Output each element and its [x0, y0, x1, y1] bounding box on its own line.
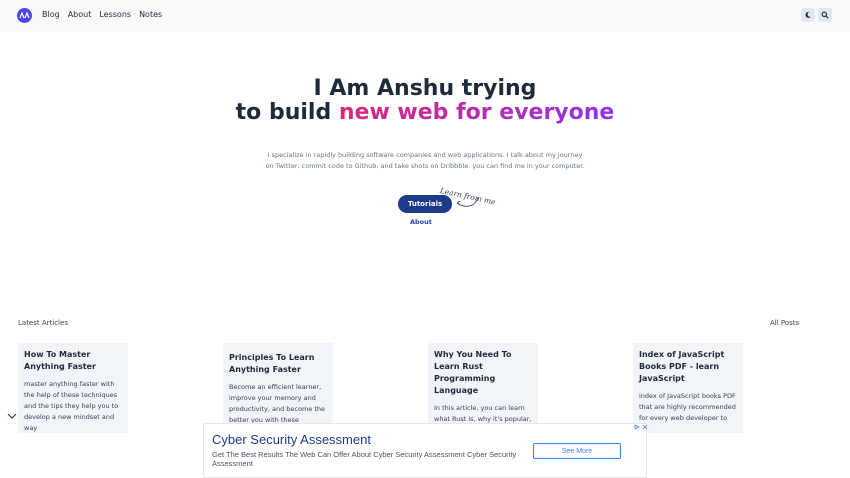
search-icon [821, 11, 829, 19]
collapse-ad-chevron-icon[interactable] [6, 411, 18, 421]
ad-controls [634, 424, 648, 430]
logo-mark-icon [19, 12, 30, 19]
ad-body: Get The Best Results The Web Can Offer A… [212, 450, 517, 468]
ad-banner: Cyber Security Assessment Get The Best R… [203, 423, 647, 478]
ad-close-icon[interactable] [642, 424, 648, 430]
ad-see-more-button[interactable]: See More [533, 443, 621, 459]
about-link[interactable]: About [410, 218, 432, 226]
moon-icon [805, 11, 811, 18]
nav-item-lessons[interactable]: Lessons [99, 10, 131, 19]
hero-title-prefix: to build [235, 100, 332, 125]
article-card[interactable]: Index of JavaScript Books PDF - learn Ja… [633, 343, 743, 433]
article-card[interactable]: Principles To Learn Anything Faster Beco… [223, 343, 333, 433]
ad-info-icon[interactable] [634, 424, 640, 430]
theme-toggle-button[interactable] [801, 8, 815, 22]
nav-item-blog[interactable]: Blog [42, 10, 60, 19]
hero-description: I specialize in rapidly building softwar… [265, 151, 585, 170]
all-posts-link[interactable]: All Posts [770, 319, 799, 327]
search-button[interactable] [818, 8, 832, 22]
article-title[interactable]: Index of JavaScript Books PDF - learn Ja… [639, 349, 737, 385]
nav-item-about[interactable]: About [68, 10, 92, 19]
article-excerpt: Become an efficient learner, improve you… [229, 383, 326, 424]
article-card[interactable]: Why You Need To Learn Rust Programming L… [428, 343, 538, 433]
site-logo[interactable] [17, 8, 32, 23]
article-title[interactable]: Principles To Learn Anything Faster [229, 352, 327, 376]
hero-title-highlight: new web for everyone [338, 100, 615, 125]
tutorials-button[interactable]: Tutorials [398, 195, 452, 213]
article-card[interactable]: How To Master Anything Faster master any… [18, 343, 128, 433]
ad-headline[interactable]: Cyber Security Assessment [212, 432, 371, 447]
hero-title-line1: I Am Anshu trying [313, 76, 537, 101]
article-title[interactable]: Why You Need To Learn Rust Programming L… [434, 349, 532, 397]
article-excerpt: master anything faster with the help of … [24, 380, 119, 432]
main-nav: Blog About Lessons Notes [42, 10, 162, 19]
nav-item-notes[interactable]: Notes [139, 10, 162, 19]
latest-articles-heading: Latest Articles [18, 319, 68, 327]
top-navbar: Blog About Lessons Notes [0, 0, 850, 32]
curved-arrow-icon [456, 197, 479, 207]
article-title[interactable]: How To Master Anything Faster [24, 349, 122, 373]
hero-title-line2: to build new web for everyone [0, 100, 850, 126]
article-excerpt: index of JavaScript books PDF that are h… [639, 392, 736, 422]
